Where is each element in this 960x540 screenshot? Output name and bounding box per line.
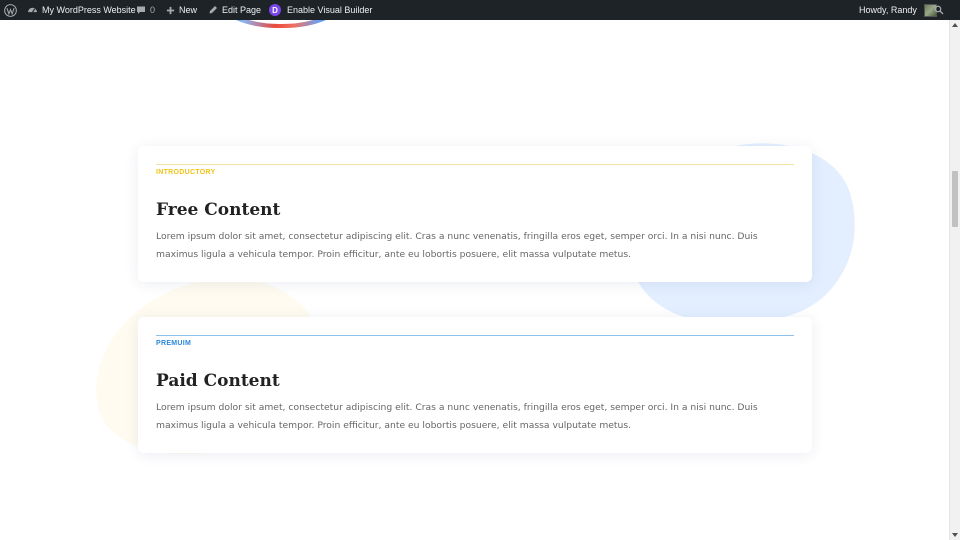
divi-logo-icon: D	[269, 4, 281, 16]
account-menu[interactable]: Howdy, Randy	[859, 0, 937, 20]
card-eyebrow: INTRODUCTORY	[156, 169, 216, 176]
search-button[interactable]	[934, 0, 944, 20]
card-body: Lorem ipsum dolor sit amet, consectetur …	[156, 402, 758, 431]
card-title: Free Content	[156, 200, 281, 220]
site-name-menu[interactable]: My WordPress Website	[27, 0, 136, 20]
wp-admin-bar: My WordPress Website 0 New Edit Page D E…	[0, 0, 960, 20]
free-content-card: INTRODUCTORY Free Content Lorem ipsum do…	[138, 146, 812, 282]
wordpress-logo-button[interactable]	[4, 0, 17, 20]
comment-icon	[137, 6, 145, 14]
new-content-menu[interactable]: New	[166, 0, 197, 20]
card-body: Lorem ipsum dolor sit amet, consectetur …	[156, 231, 758, 260]
dashboard-icon	[28, 7, 37, 12]
pencil-icon	[209, 6, 217, 14]
card-accent-rule	[156, 164, 794, 165]
site-name-label: My WordPress Website	[42, 5, 136, 15]
edit-page-label: Edit Page	[222, 5, 262, 15]
comments-count: 0	[150, 5, 156, 15]
comments-menu[interactable]: 0	[136, 0, 155, 20]
visual-builder-label: Enable Visual Builder	[287, 5, 373, 15]
scrollbar-thumb[interactable]	[952, 171, 958, 227]
new-label: New	[179, 5, 198, 15]
paid-content-card: PREMUIM Paid Content Lorem ipsum dolor s…	[138, 317, 812, 453]
scroll-down-icon[interactable]	[952, 533, 958, 537]
greeting-label: Howdy, Randy	[859, 5, 917, 15]
plus-icon	[166, 6, 175, 14]
edit-page-link[interactable]: Edit Page	[208, 0, 261, 20]
search-icon	[934, 5, 944, 15]
wordpress-logo-icon	[4, 3, 17, 17]
scroll-up-icon[interactable]	[952, 23, 958, 27]
card-eyebrow: PREMUIM	[156, 340, 192, 347]
card-title: Paid Content	[156, 371, 280, 391]
page-scrollbar[interactable]	[949, 20, 960, 540]
visual-builder-link[interactable]: D Enable Visual Builder	[269, 0, 372, 20]
card-accent-rule	[156, 335, 794, 336]
